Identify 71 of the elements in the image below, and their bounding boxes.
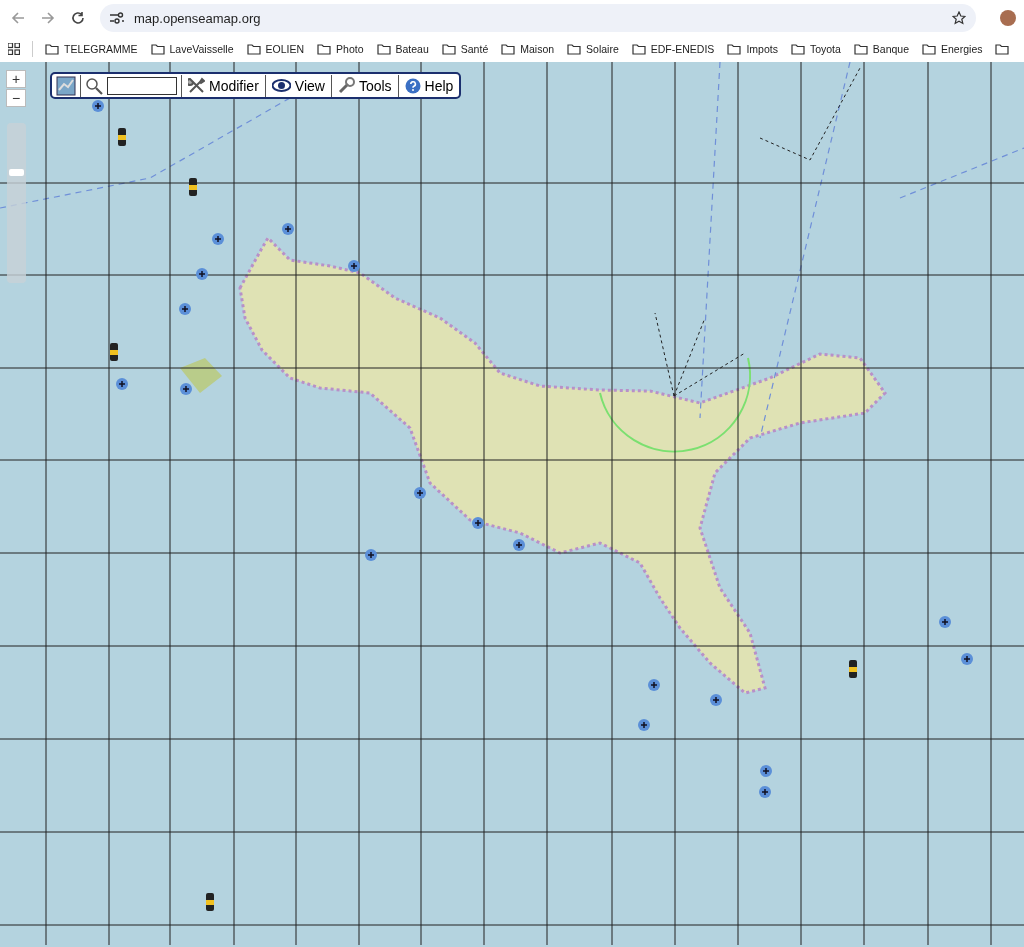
address-bar[interactable]: map.openseamap.org	[100, 4, 976, 32]
rock-icon	[365, 549, 377, 561]
toolbar-button[interactable]: Tools	[335, 77, 394, 94]
bookmark-folder[interactable]: Energies	[922, 43, 983, 55]
rock-icon	[638, 719, 650, 731]
apps-grid-icon[interactable]	[8, 43, 20, 55]
rock-icon	[179, 303, 191, 315]
map-icon[interactable]	[56, 75, 76, 96]
bookmark-folder[interactable]: Impots	[727, 43, 778, 55]
rock-icon	[961, 653, 973, 665]
folder-icon	[631, 43, 646, 55]
site-settings-icon[interactable]	[110, 12, 124, 24]
rock-icon	[282, 223, 294, 235]
bookmark-folder[interactable]: Bateau	[376, 43, 429, 55]
toolbar-button[interactable]: Modifier	[186, 77, 261, 94]
bookmark-folder[interactable]: Maison	[501, 43, 555, 55]
folder-icon[interactable]	[995, 43, 1010, 55]
zoom-in-button[interactable]: +	[6, 70, 26, 88]
rock-icon	[710, 694, 722, 706]
toolbar-button[interactable]: Help	[402, 77, 456, 94]
folder-icon	[246, 43, 261, 55]
islet-drawing	[180, 358, 222, 393]
bookmark-folder[interactable]: EDF-ENEDIS	[631, 43, 715, 55]
toolbar-button[interactable]: View	[269, 77, 327, 94]
rock-icon	[92, 100, 104, 112]
rock-icon	[212, 233, 224, 245]
star-icon[interactable]	[952, 11, 966, 25]
bookmark-folder[interactable]: Photo	[317, 43, 364, 55]
rock-icon	[513, 539, 525, 551]
folder-icon	[501, 43, 516, 55]
folder-icon	[727, 43, 742, 55]
rock-icon	[760, 765, 772, 777]
folder-icon	[922, 43, 937, 55]
rock-icon	[196, 268, 208, 280]
bookmark-folder[interactable]: Santé	[441, 43, 489, 55]
buoy-icon	[206, 893, 214, 911]
rock-icon	[472, 517, 484, 529]
url-text: map.openseamap.org	[134, 10, 261, 26]
bookmark-folder[interactable]: Solaire	[567, 43, 619, 55]
zoom-slider[interactable]	[7, 123, 26, 283]
folder-icon	[376, 43, 391, 55]
rock-icon	[180, 383, 192, 395]
buoy-icon	[118, 128, 126, 146]
search-field[interactable]	[107, 76, 177, 95]
zoom-out-button[interactable]: −	[6, 89, 26, 107]
folder-icon	[45, 43, 59, 55]
buoy-icon	[849, 660, 857, 678]
rock-icon	[939, 616, 951, 628]
search-icon[interactable]	[85, 76, 103, 95]
zoom-slider-thumb[interactable]	[9, 168, 24, 176]
profile-avatar[interactable]	[1000, 10, 1016, 26]
bookmark-folder[interactable]: Banque	[853, 43, 910, 55]
folder-icon	[441, 43, 456, 55]
rock-icon	[648, 679, 660, 691]
rock-icon	[348, 260, 360, 272]
tools-icon	[188, 77, 205, 94]
bookmark-folder[interactable]: LaveVaisselle	[150, 43, 234, 55]
help-icon	[404, 77, 421, 94]
rock-icon	[759, 786, 771, 798]
bookmark-folder[interactable]: EOLIEN	[246, 43, 305, 55]
bookmark-folder[interactable]: TELEGRAMME	[45, 43, 138, 55]
folder-icon	[317, 43, 332, 55]
rock-icon	[414, 487, 426, 499]
bookmark-folder[interactable]: Toyota	[790, 43, 841, 55]
folder-icon	[150, 43, 165, 55]
eye-icon	[271, 79, 291, 92]
folder-icon	[567, 43, 582, 55]
folder-icon	[853, 43, 868, 55]
wrench-icon	[337, 77, 355, 94]
rock-icon	[116, 378, 128, 390]
folder-icon	[790, 43, 805, 55]
